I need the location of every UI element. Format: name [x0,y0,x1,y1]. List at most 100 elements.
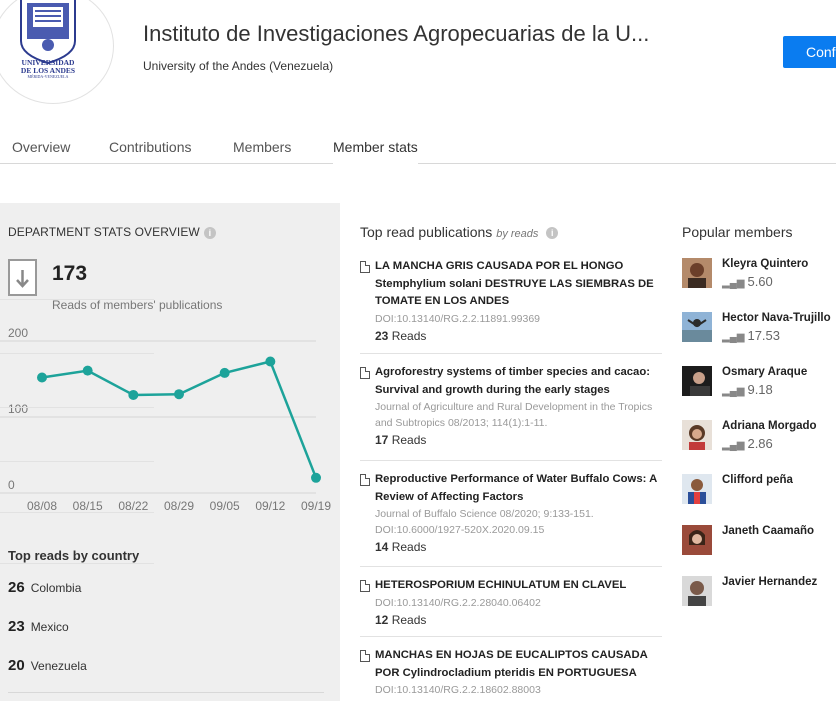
publication-item: Reproductive Performance of Water Buffal… [360,461,662,567]
tab-members[interactable]: Members [233,139,291,155]
tab-member-stats[interactable]: Member stats [333,139,418,164]
member-score: ▂▄▆ 9.18 [722,382,773,397]
data-point[interactable] [265,356,276,367]
member-score: ▂▄▆ 2.86 [722,436,773,451]
divider [0,461,154,462]
bar-chart-icon: ▂▄▆ [722,332,745,343]
x-tick-label: 08/15 [73,499,103,513]
publication-title[interactable]: LA MANCHA GRIS CAUSADA POR EL HONGO Stem… [375,258,662,311]
y-tick-label: 100 [8,402,28,416]
member-name[interactable]: Janeth Caamaño [722,525,814,537]
department-stats-panel: DEPARTMENT STATS OVERVIEW i 173 Reads of … [0,203,340,701]
y-tick-label: 200 [8,326,28,340]
avatar[interactable] [682,576,712,606]
publication-reads: 12 Reads [375,612,427,627]
publication-item: HETEROSPORIUM ECHINULATUM EN CLAVEL DOI:… [360,567,662,637]
avatar[interactable] [682,420,712,450]
institution-title: Instituto de Investigaciones Agropecuari… [143,21,650,46]
x-tick-label: 09/12 [255,499,285,513]
publication-meta: DOI:10.13140/RG.2.2.28040.06402 [375,596,541,609]
divider [0,299,154,300]
data-point[interactable] [219,367,230,378]
divider [0,407,154,408]
tab-bar: Overview Contributions Members Member st… [0,139,836,164]
document-icon [360,580,370,592]
publication-title[interactable]: HETEROSPORIUM ECHINULATUM EN CLAVEL [375,577,662,595]
member-score: ▂▄▆ 17.53 [722,328,781,343]
document-icon [360,650,370,662]
stats-title: DEPARTMENT STATS OVERVIEW i [8,225,216,239]
country-name: Venezuela [30,659,87,673]
publication-meta: Journal of Agriculture and Rural Develop… [375,401,653,429]
institution-subtitle[interactable]: University of the Andes (Venezuela) [143,59,333,73]
x-tick-label: 08/29 [164,499,194,513]
member-name[interactable]: Kleyra Quintero [722,258,808,270]
member-name[interactable]: Clifford peña [722,474,793,486]
institution-logo: UNIVERSIDAD DE LOS ANDES MÉRIDA-VENEZUEL… [0,0,114,104]
x-tick-label: 08/22 [118,499,148,513]
country-count: 20 [8,657,25,674]
top-reads-by-country-title: Top reads by country [8,548,140,563]
avatar[interactable] [682,258,712,288]
publication-item: LA MANCHA GRIS CAUSADA POR EL HONGO Stem… [360,258,662,354]
popular-members-title: Popular members [682,224,793,240]
data-point[interactable] [82,365,93,376]
publication-reads: 23 Reads [375,328,427,343]
data-point[interactable] [37,372,47,383]
avatar[interactable] [682,312,712,342]
x-tick-label: 09/19 [301,499,331,513]
data-point[interactable] [174,389,184,400]
avatar[interactable] [682,366,712,396]
document-icon [360,261,370,273]
country-name: Mexico [30,620,69,634]
publication-list: LA MANCHA GRIS CAUSADA POR EL HONGO Stem… [360,258,662,701]
member-score: ▂▄▆ 5.60 [722,274,773,289]
country-name: Colombia [30,581,82,595]
publication-item: MANCHAS EN HOJAS DE EUCALIPTOS CAUSADA P… [360,637,662,701]
data-point[interactable] [311,472,321,483]
publication-meta: DOI:10.13140/RG.2.2.18602.88003 [375,684,541,696]
divider [0,512,154,513]
country-row: 23 Mexico [8,618,69,638]
top-publications-title: Top read publications by reads i [360,224,559,240]
x-tick-label: 08/08 [27,499,57,513]
total-reads-label: Reads of members' publications [52,298,223,312]
info-icon[interactable]: i [203,226,216,239]
publication-meta: Journal of Buffalo Science 08/2020; 9:13… [375,508,594,536]
stats-title-text: DEPARTMENT STATS OVERVIEW [8,225,200,239]
country-count: 26 [8,579,25,596]
document-icon [360,474,370,486]
member-name[interactable]: Osmary Araque [722,366,807,378]
publication-title[interactable]: Reproductive Performance of Water Buffal… [375,471,662,506]
document-icon [360,367,370,379]
publication-reads: 17 Reads [375,433,427,447]
total-reads-value: 173 [52,262,88,285]
data-point[interactable] [128,389,139,400]
publication-title[interactable]: Agroforestry systems of timber species a… [375,364,662,399]
panel-divider [8,692,324,693]
y-tick-label: 0 [8,478,15,492]
bar-chart-icon: ▂▄▆ [722,278,745,289]
logo-line-3: MÉRIDA-VENEZUELA [28,74,69,79]
info-icon[interactable]: i [546,227,559,240]
divider [0,563,154,564]
tab-overview[interactable]: Overview [12,139,70,155]
member-name[interactable]: Javier Hernandez [722,576,817,588]
member-name[interactable]: Adriana Morgado [722,420,817,432]
bar-chart-icon: ▂▄▆ [722,440,745,451]
avatar[interactable] [682,525,712,555]
publication-reads: 14 Reads [375,540,427,554]
download-reads-icon [8,259,37,296]
confirm-button[interactable]: Conf [783,36,836,68]
publication-item: Agroforestry systems of timber species a… [360,354,662,461]
country-row: 20 Venezuela [8,657,87,677]
by-reads-label: by reads [496,228,539,240]
university-seal-icon: UNIVERSIDAD DE LOS ANDES MÉRIDA-VENEZUEL… [20,0,76,79]
member-name[interactable]: Hector Nava-Trujillo [722,312,831,324]
avatar[interactable] [682,474,712,504]
bar-chart-icon: ▂▄▆ [722,386,745,397]
publication-title[interactable]: MANCHAS EN HOJAS DE EUCALIPTOS CAUSADA P… [375,647,662,682]
top-publications-title-text: Top read publications [360,224,493,240]
country-row: 26 Colombia [8,579,81,599]
tab-contributions[interactable]: Contributions [109,139,192,155]
